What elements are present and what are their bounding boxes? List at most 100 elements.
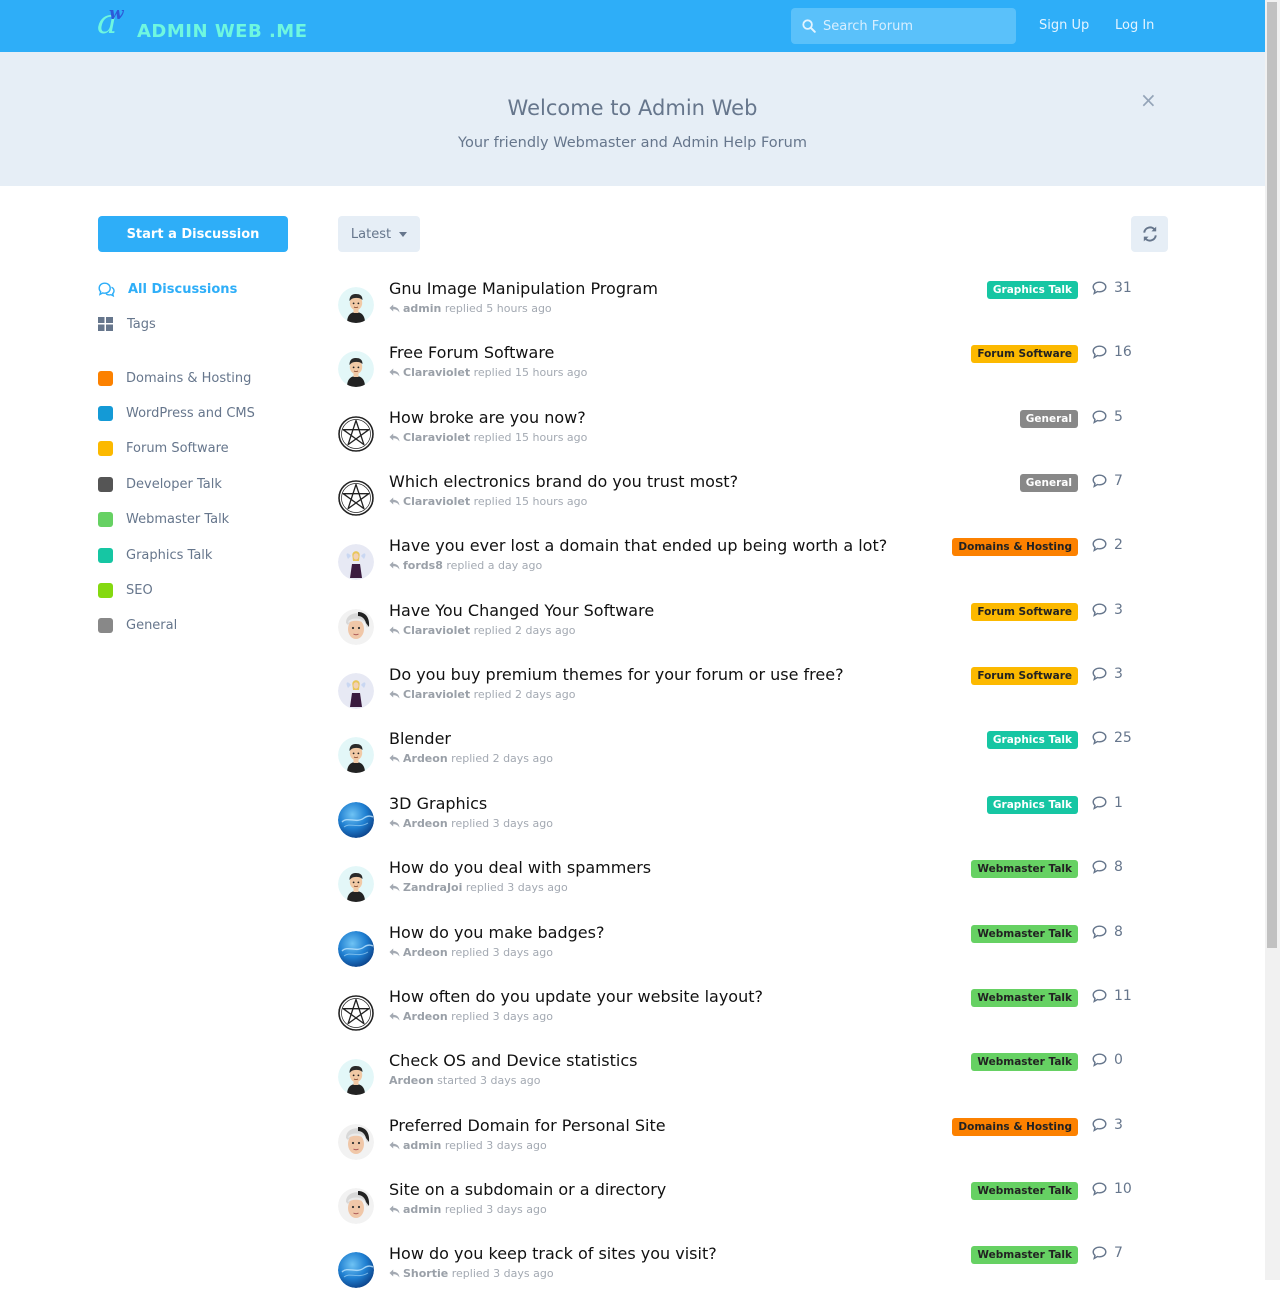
meta-time[interactable]: 15 hours ago [515, 366, 587, 379]
tag-badge[interactable]: Graphics Talk [986, 795, 1078, 814]
start-discussion-button[interactable]: Start a Discussion [98, 216, 288, 252]
discussion-row[interactable]: How do you keep track of sites you visit… [338, 1244, 1168, 1294]
discussion-row[interactable]: Have you ever lost a domain that ended u… [338, 536, 1168, 586]
tag-badge[interactable]: Forum Software [971, 345, 1078, 364]
nav-tags[interactable]: Tags [98, 314, 156, 334]
meta-time[interactable]: 3 days ago [486, 1203, 546, 1216]
meta-time[interactable]: 5 hours ago [486, 302, 551, 315]
site-logo[interactable]: a w ADMIN WEB .ME [97, 2, 308, 44]
meta-time[interactable]: 3 days ago [493, 817, 553, 830]
meta-time[interactable]: 2 days ago [515, 688, 575, 701]
meta-username[interactable]: Claraviolet [403, 624, 470, 637]
meta-username[interactable]: Ardeon [403, 817, 448, 830]
meta-username[interactable]: Claraviolet [403, 495, 470, 508]
sidebar-tag-item[interactable]: Developer Talk [98, 474, 222, 494]
meta-username[interactable]: Claraviolet [403, 366, 470, 379]
discussion-title[interactable]: Site on a subdomain or a directory [389, 1180, 666, 1199]
meta-time[interactable]: 15 hours ago [515, 495, 587, 508]
discussion-row[interactable]: Gnu Image Manipulation Program admin repl… [338, 279, 1168, 329]
discussion-row[interactable]: 3D Graphics Ardeon replied 3 days ago Grap… [338, 794, 1168, 844]
tag-badge[interactable]: Webmaster Talk [971, 1053, 1078, 1072]
tag-badge[interactable]: Domains & Hosting [952, 538, 1078, 557]
sidebar-tag-item[interactable]: SEO [98, 580, 153, 600]
tag-badge[interactable]: Webmaster Talk [971, 860, 1078, 879]
discussion-row[interactable]: How do you make badges? Ardeon replied 3 … [338, 923, 1168, 973]
user-avatar[interactable] [338, 1187, 374, 1224]
meta-time[interactable]: 3 days ago [493, 946, 553, 959]
discussion-row[interactable]: Check OS and Device statistics Ardeon sta… [338, 1051, 1168, 1101]
tag-badge[interactable]: Webmaster Talk [971, 1246, 1078, 1265]
log-in-link[interactable]: Log In [1115, 18, 1154, 33]
meta-time[interactable]: 3 days ago [493, 1267, 553, 1280]
user-avatar[interactable] [338, 737, 374, 774]
discussion-title[interactable]: How often do you update your website lay… [389, 987, 763, 1006]
refresh-button[interactable] [1131, 216, 1168, 252]
discussion-title[interactable]: 3D Graphics [389, 794, 487, 813]
tag-badge[interactable]: Forum Software [971, 602, 1078, 621]
tag-badge[interactable]: Graphics Talk [986, 281, 1078, 299]
user-avatar[interactable] [338, 801, 374, 838]
meta-username[interactable]: ZandraJoi [403, 881, 462, 894]
user-avatar[interactable] [338, 1123, 374, 1160]
meta-time[interactable]: 3 days ago [486, 1139, 546, 1152]
meta-time[interactable]: 2 days ago [515, 624, 575, 637]
hero-close-button[interactable]: × [1140, 88, 1157, 112]
sidebar-tag-item[interactable]: WordPress and CMS [98, 403, 255, 423]
discussion-title[interactable]: Gnu Image Manipulation Program [389, 279, 658, 298]
discussion-title[interactable]: Do you buy premium themes for your forum… [389, 665, 844, 684]
tag-badge[interactable]: General [1019, 474, 1078, 493]
meta-username[interactable]: Claraviolet [403, 688, 470, 701]
meta-username[interactable]: Ardeon [403, 946, 448, 959]
user-avatar[interactable] [338, 351, 374, 388]
user-avatar[interactable] [338, 995, 374, 1031]
discussion-row[interactable]: How broke are you now? Claraviolet replie… [338, 408, 1168, 458]
user-avatar[interactable] [338, 480, 374, 516]
user-avatar[interactable] [338, 866, 374, 903]
sort-dropdown[interactable]: Latest [338, 216, 420, 252]
discussion-title[interactable]: Free Forum Software [389, 343, 554, 362]
discussion-title[interactable]: How do you make badges? [389, 923, 604, 942]
meta-username[interactable]: Shortie [403, 1267, 448, 1280]
discussion-title[interactable]: Have you ever lost a domain that ended u… [389, 536, 887, 555]
scrollbar-thumb[interactable] [1267, 2, 1277, 948]
meta-time[interactable]: 3 days ago [493, 1010, 553, 1023]
discussion-row[interactable]: Have You Changed Your Software Claraviole… [338, 601, 1168, 651]
discussion-title[interactable]: Which electronics brand do you trust mos… [389, 472, 738, 491]
sidebar-tag-item[interactable]: Graphics Talk [98, 545, 212, 565]
tag-badge[interactable]: Graphics Talk [986, 731, 1078, 750]
search-input[interactable] [823, 8, 1008, 44]
tag-badge[interactable]: Domains & Hosting [952, 1117, 1078, 1136]
discussion-row[interactable]: How do you deal with spammers ZandraJoi r… [338, 858, 1168, 908]
user-avatar[interactable] [338, 1252, 374, 1289]
discussion-title[interactable]: Preferred Domain for Personal Site [389, 1116, 666, 1135]
meta-username[interactable]: Ardeon [403, 752, 448, 765]
user-avatar[interactable] [338, 673, 374, 710]
meta-time[interactable]: 2 days ago [493, 752, 553, 765]
discussion-title[interactable]: How do you keep track of sites you visit… [389, 1244, 717, 1263]
meta-time[interactable]: 15 hours ago [515, 431, 587, 444]
discussion-title[interactable]: Blender [389, 729, 451, 748]
discussion-row[interactable]: Free Forum Software Claraviolet replied 1… [338, 343, 1168, 393]
meta-username[interactable]: admin [403, 1203, 441, 1216]
discussion-row[interactable]: Preferred Domain for Personal Site admin … [338, 1116, 1168, 1166]
meta-username[interactable]: admin [403, 1139, 441, 1152]
discussion-row[interactable]: Do you buy premium themes for your forum… [338, 665, 1168, 715]
tag-badge[interactable]: Webmaster Talk [971, 924, 1078, 943]
meta-username[interactable]: Ardeon [403, 1010, 448, 1023]
tag-badge[interactable]: Forum Software [971, 667, 1078, 686]
discussion-row[interactable]: Site on a subdomain or a directory admin … [338, 1180, 1168, 1230]
user-avatar[interactable] [338, 1059, 374, 1096]
meta-username[interactable]: fords8 [403, 559, 443, 572]
sidebar-tag-item[interactable]: General [98, 616, 177, 636]
sidebar-tag-item[interactable]: Webmaster Talk [98, 510, 229, 530]
search-box[interactable] [791, 8, 1016, 44]
meta-time[interactable]: 3 days ago [507, 881, 567, 894]
discussion-title[interactable]: Check OS and Device statistics [389, 1051, 637, 1070]
sign-up-link[interactable]: Sign Up [1039, 18, 1089, 33]
meta-username[interactable]: Claraviolet [403, 431, 470, 444]
discussion-row[interactable]: Which electronics brand do you trust mos… [338, 472, 1168, 522]
discussion-title[interactable]: How broke are you now? [389, 408, 586, 427]
user-avatar[interactable] [338, 544, 374, 581]
tag-badge[interactable]: General [1019, 409, 1078, 428]
user-avatar[interactable] [338, 608, 374, 645]
